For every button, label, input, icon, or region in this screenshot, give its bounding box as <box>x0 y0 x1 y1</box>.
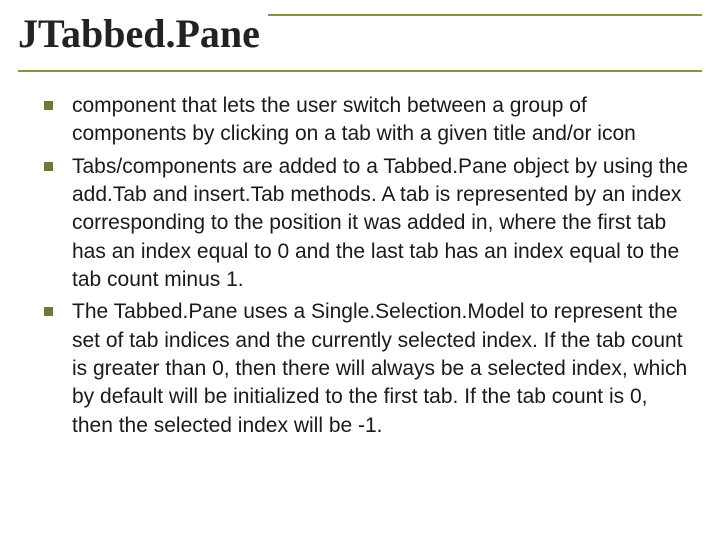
slide: JTabbed.Pane component that lets the use… <box>0 0 720 540</box>
bullet-list: component that lets the user switch betw… <box>40 92 692 440</box>
title-block: JTabbed.Pane <box>18 8 702 72</box>
list-item-text: The Tabbed.Pane uses a Single.Selection.… <box>72 300 687 436</box>
title-rule-bottom <box>18 70 702 72</box>
title-inner: JTabbed.Pane <box>18 8 702 72</box>
square-bullet-icon <box>44 101 53 110</box>
body: component that lets the user switch betw… <box>40 92 692 530</box>
list-item: component that lets the user switch betw… <box>40 92 692 149</box>
page-title: JTabbed.Pane <box>18 10 268 58</box>
square-bullet-icon <box>44 307 53 316</box>
list-item-text: component that lets the user switch betw… <box>72 94 636 145</box>
square-bullet-icon <box>44 162 53 171</box>
list-item: The Tabbed.Pane uses a Single.Selection.… <box>40 298 692 440</box>
list-item-text: Tabs/components are added to a Tabbed.Pa… <box>72 155 688 291</box>
list-item: Tabs/components are added to a Tabbed.Pa… <box>40 153 692 295</box>
